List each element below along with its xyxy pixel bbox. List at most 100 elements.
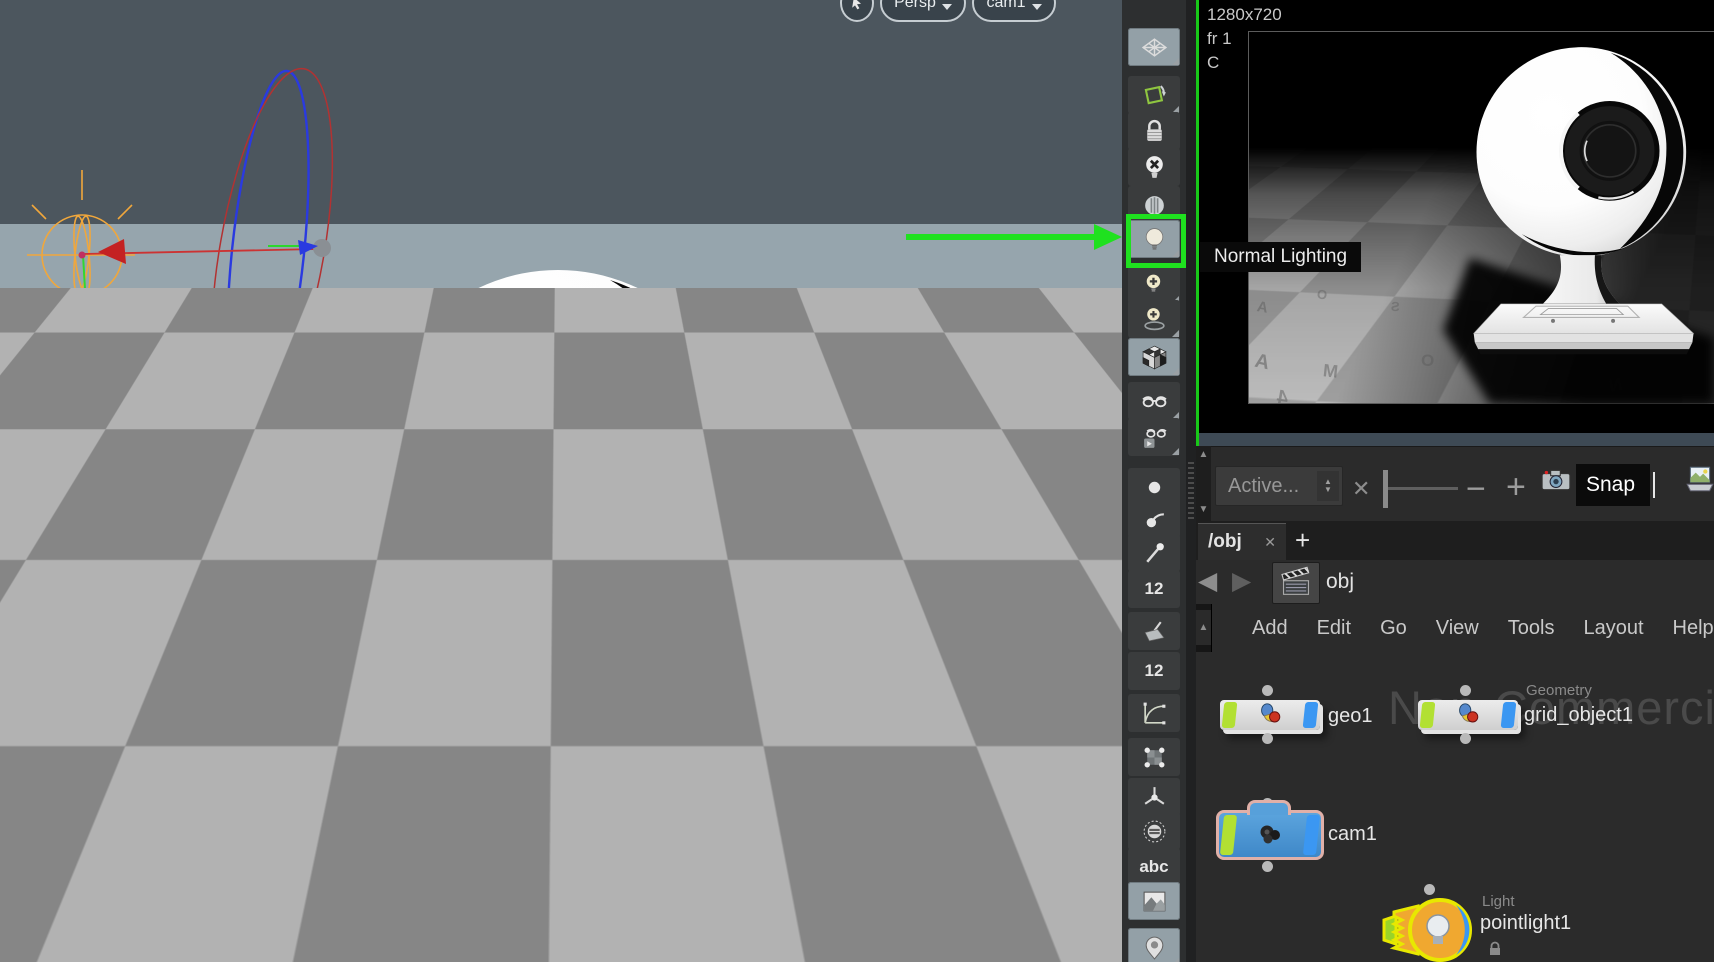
show-normals-button[interactable] [1128,778,1180,816]
show-point-markers-button[interactable] [1128,534,1180,572]
projection-selector[interactable]: Persp [880,0,966,22]
active-dropdown-label: Active... [1228,474,1300,497]
geometry-icon [1459,703,1479,723]
shading-mode-icon [1141,34,1168,61]
no-lighting-button[interactable] [1128,148,1180,186]
floor-letter: O [293,789,344,855]
show-point-numbers-icon: 12 [1144,579,1164,598]
menu-item[interactable]: Layout [1583,617,1643,640]
spin-tumble-button[interactable] [1128,76,1180,114]
render-flag[interactable] [1500,702,1517,728]
clear-button[interactable]: ✕ [1352,476,1370,502]
rotate-ring-blue[interactable] [213,67,323,437]
camera-node-icon [1260,825,1280,844]
menu-item[interactable]: Add [1252,617,1288,640]
node-label-cam1[interactable]: cam1 [1328,823,1377,846]
node-cam1[interactable] [1216,800,1324,860]
render-channel: C [1207,53,1220,72]
node-geo1[interactable] [1220,700,1320,730]
node-input-dot[interactable] [1262,685,1273,696]
scroll-down-icon[interactable]: ▼ [1196,504,1211,515]
menu-item[interactable]: View [1436,617,1479,640]
node-pointlight1[interactable] [1378,892,1482,962]
show-node-names-button[interactable]: abc [1128,848,1180,886]
shading-mode-button[interactable] [1128,28,1180,66]
x-axis-cone[interactable] [98,239,126,264]
axis-label-x: x [702,833,712,852]
show-handles-button[interactable] [1128,928,1180,962]
snapshot-name-field[interactable]: Snap [1576,464,1650,506]
forward-button[interactable]: ▶ [1232,566,1251,596]
scroll-up-icon[interactable]: ▲ [1196,449,1211,460]
show-point-normals-button[interactable] [1128,500,1180,538]
show-vertex-markers-button[interactable] [1128,812,1180,850]
show-prim-numbers-button[interactable]: 12 [1128,652,1180,690]
pane-divider-grip[interactable] [1188,462,1194,520]
display-flag[interactable] [1419,702,1436,728]
menu-item[interactable]: Go [1380,617,1407,640]
chevron-down-icon [941,4,952,10]
node-input-dot[interactable] [1460,685,1471,696]
node-output-dot[interactable] [1262,861,1273,872]
display-flag[interactable] [1221,702,1238,728]
menu-item[interactable]: Edit [1317,617,1351,640]
show-prim-normals-button[interactable] [1128,612,1180,650]
obj-context-icon-box[interactable] [1272,562,1320,604]
show-image-planes-button[interactable] [1128,882,1180,920]
display-materials-button[interactable] [1128,338,1180,376]
show-prim-normals-icon [1141,618,1168,645]
node-grid-object1[interactable] [1418,700,1518,730]
lock-camera-button[interactable] [1128,112,1180,150]
show-profiles-button[interactable] [1128,694,1180,732]
back-button[interactable]: ◀ [1198,566,1217,596]
node-label-pointlight1[interactable]: pointlight1 [1480,912,1571,935]
chevron-down-icon [1031,4,1042,10]
node-output-dot[interactable] [1262,733,1273,744]
scroll-up-icon[interactable]: ▲ [1196,610,1211,645]
tab-close-icon[interactable]: ✕ [1264,534,1276,551]
high-quality-lighting-button[interactable] [1128,266,1180,304]
zoom-out-button[interactable]: − [1466,470,1486,509]
render-flag[interactable] [1302,702,1319,728]
floor-letter: A [876,387,893,411]
show-handles-icon [1141,934,1168,961]
breadcrumb[interactable]: obj [1326,570,1354,594]
show-point-normals-icon [1141,506,1168,533]
menu-item[interactable]: Tools [1508,617,1555,640]
rotate-handle-square[interactable] [257,421,276,440]
controls-scrollbar[interactable]: ▲ ▼ [1196,446,1211,521]
floor-letter: 4 [54,582,85,624]
hq-lighting-shadows-icon [1141,306,1168,333]
zoom-in-button[interactable]: + [1506,468,1526,507]
node-label-grid-object1[interactable]: grid_object1 [1524,704,1633,727]
node-output-dot[interactable] [1460,733,1471,744]
camera-selector[interactable]: cam1 [972,0,1056,22]
render-pane-bottom-bar [1196,433,1714,446]
slider-track[interactable] [1388,487,1458,490]
scene-object-speaker[interactable] [358,245,778,845]
scene-viewport[interactable]: SNSOABMOZSR4POLKAQOLKAOSMWPZM4 [0,0,1122,962]
smooth-shaded-button[interactable] [1128,382,1180,420]
node-label-geo1[interactable]: geo1 [1328,705,1373,728]
snapshot-camera-icon[interactable] [1538,464,1574,496]
display-flag[interactable] [1219,815,1238,855]
network-editor[interactable]: Non-Commercial Edit geo1 Geome [1196,652,1714,962]
menu-item[interactable]: Help [1673,617,1714,640]
tab-obj[interactable]: /obj ✕ [1198,523,1286,560]
hq-lighting-shadows-button[interactable] [1128,300,1180,338]
text-cursor [1653,472,1655,498]
ghost-other-objects-button[interactable] [1128,418,1180,456]
render-view-active-edge [1196,0,1199,446]
show-point-numbers-button[interactable]: 12 [1128,570,1180,608]
point-light-gizmo[interactable] [0,40,360,510]
show-hulls-button[interactable] [1128,738,1180,776]
render-flag[interactable] [1302,815,1321,855]
pivot-handle[interactable] [313,239,331,257]
floor-letter: W [1043,816,1111,890]
spinner-icon[interactable]: ▲ ▼ [1317,471,1339,501]
new-tab-button[interactable]: + [1295,525,1310,556]
active-viewport-dropdown[interactable]: Active... ▲ ▼ [1215,466,1343,506]
image-viewer-icon[interactable] [1684,462,1714,496]
lock-icon [1490,941,1500,955]
show-profiles-icon [1141,700,1168,727]
